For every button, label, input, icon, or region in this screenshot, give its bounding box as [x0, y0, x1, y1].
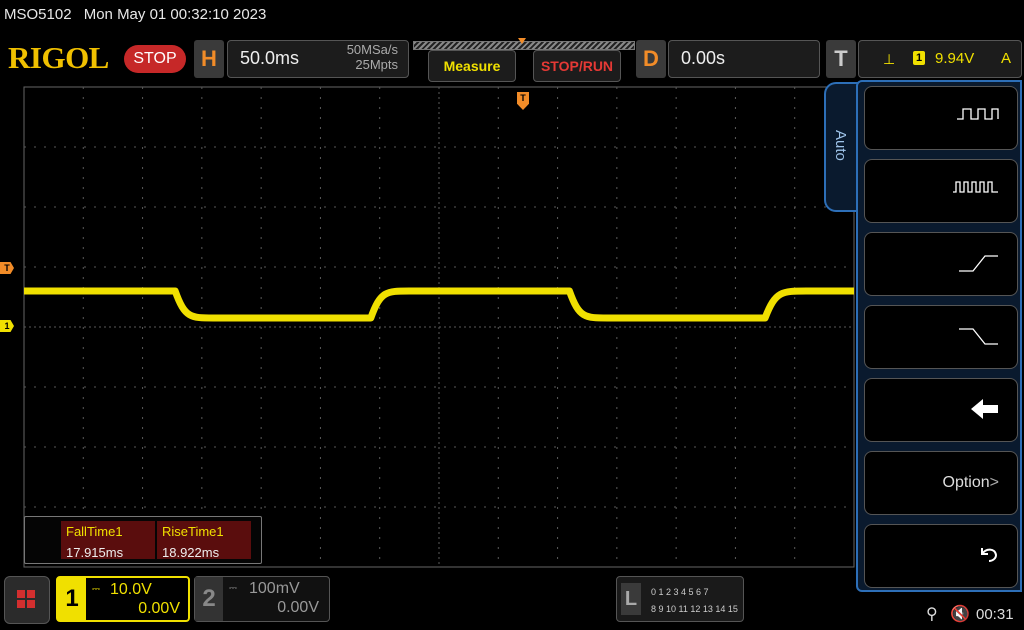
run-state-badge[interactable]: STOP	[124, 45, 186, 73]
horizontal-delay: 0.00s	[681, 48, 726, 68]
measurement-value: 18.922ms	[162, 545, 220, 560]
logic-analyzer-box[interactable]: L 0 1 2 3 4 5 6 7 8 9 10 11 12 13 14 15	[616, 576, 744, 622]
trigger-panel[interactable]: ⊥ 1 9.94V A	[858, 40, 1022, 78]
logic-channels-high: 8 9 10 11 12 13 14 15	[651, 604, 738, 614]
measurement-item[interactable]: FallTime1 17.915ms	[61, 521, 155, 560]
horizontal-panel[interactable]: 50.0ms 50MSa/s 25Mpts	[227, 40, 409, 78]
measurement-item[interactable]: RiseTime1 18.922ms	[157, 521, 251, 560]
delay-panel[interactable]: 0.00s	[668, 40, 820, 78]
memory-timeline	[413, 38, 635, 50]
memory-depth: 25Mpts	[355, 57, 398, 72]
waveform-display[interactable]	[0, 86, 856, 568]
option-label: Option>	[943, 474, 999, 492]
softkey-fall-time[interactable]	[864, 305, 1018, 369]
sample-rate: 50MSa/s	[346, 42, 398, 57]
dc-coupling-icon: ⎓	[229, 583, 237, 594]
measurement-label: FallTime1	[66, 524, 123, 539]
measurement-value: 17.915ms	[66, 545, 124, 560]
softkey-single-period[interactable]	[864, 159, 1018, 223]
delay-label[interactable]: D	[636, 40, 666, 78]
rising-edge-icon	[959, 255, 998, 272]
status-clock: 00:31	[976, 606, 1014, 623]
model-name: MSO5102	[4, 6, 72, 23]
menu-tab-label: Auto	[832, 130, 849, 161]
trigger-mode: A	[1000, 50, 1011, 67]
channel-1-scale: 10.0V	[110, 581, 152, 598]
measurement-results[interactable]: FallTime1 17.915ms RiseTime1 18.922ms	[24, 516, 262, 564]
sample-info: 50MSa/s 25Mpts	[347, 42, 398, 72]
channel-1-number: 1	[58, 578, 86, 620]
main-menu-button[interactable]	[4, 576, 50, 624]
channel-1-offset: 0.00V	[138, 600, 180, 617]
falling-edge-icon	[959, 328, 998, 345]
softkey-multi-period[interactable]	[864, 86, 1018, 150]
logic-label: L	[621, 583, 641, 615]
timeline-trigger-marker	[518, 38, 526, 44]
trigger-source: 1	[913, 51, 925, 65]
single-period-icon	[953, 181, 998, 193]
channel-2-number: 2	[195, 577, 223, 621]
stop-run-button[interactable]: STOP/RUN	[533, 50, 621, 82]
option-text: Option	[942, 474, 990, 491]
usb-icon: ⚲	[926, 606, 938, 623]
menu-tab-auto[interactable]: Auto	[824, 82, 858, 212]
chevron-right-icon: >	[989, 474, 999, 491]
logic-channels-low: 0 1 2 3 4 5 6 7	[651, 587, 709, 597]
channel-2-scale: 100mV	[249, 580, 300, 597]
multi-period-icon	[957, 108, 999, 120]
dc-coupling-icon: ⎓	[92, 584, 100, 595]
measure-button[interactable]: Measure	[428, 50, 516, 82]
trigger-level: 9.94V	[935, 50, 975, 67]
softkey-rise-time[interactable]	[864, 232, 1018, 296]
rising-edge-icon: ⊥	[883, 51, 896, 67]
channel-2-box[interactable]: 2 ⎓ 100mV 0.00V	[194, 576, 330, 622]
softkey-menu: Option>	[856, 80, 1022, 592]
trigger-label[interactable]: T	[826, 40, 856, 78]
back-icon	[981, 548, 998, 562]
brand-logo: RIGOL	[8, 40, 109, 75]
softkey-undo[interactable]	[864, 378, 1018, 442]
measurement-label: RiseTime1	[162, 524, 224, 539]
datetime: Mon May 01 00:32:10 2023	[83, 6, 267, 23]
speaker-muted-icon[interactable]: 🔇	[950, 604, 970, 624]
softkey-back[interactable]	[864, 524, 1018, 588]
timebase-scale: 50.0ms	[240, 48, 300, 68]
undo-arrow-icon	[971, 399, 998, 419]
horizontal-label[interactable]: H	[194, 40, 224, 78]
channel-1-box[interactable]: 1 ⎓ 10.0V 0.00V	[56, 576, 190, 622]
graticule	[23, 86, 855, 568]
softkey-option[interactable]: Option>	[864, 451, 1018, 515]
channel-2-offset: 0.00V	[277, 599, 319, 616]
title-line: MSO5102 Mon May 01 00:32:10 2023	[4, 6, 266, 23]
